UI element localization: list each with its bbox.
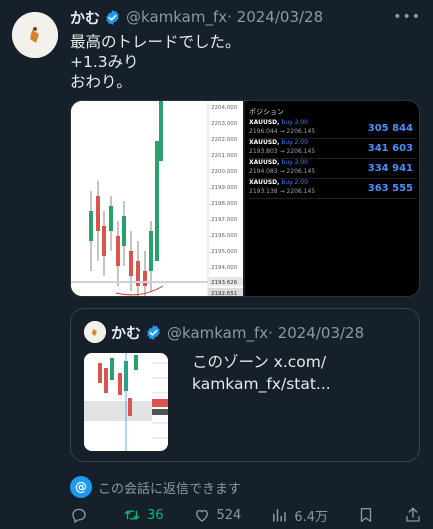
- tweet-header: かむ @kamkam_fx · 2024/03/28 •••: [70, 6, 421, 28]
- quoted-author-name: かむ: [111, 324, 142, 342]
- bookmark-button[interactable]: [357, 506, 375, 524]
- price-label: 2203.000: [211, 121, 238, 127]
- position-row: XAUUSD, buy 2.00 2194.083 → 2206.145 334…: [249, 159, 417, 179]
- views-chart-icon: [273, 509, 287, 522]
- position-profit: 334 941: [367, 163, 413, 174]
- position-row: XAUUSD, buy 2.00 2196.044 → 2206.145 305…: [249, 119, 417, 139]
- quoted-tweet-date: · 2024/03/28: [268, 323, 365, 342]
- quoted-chart-image: [84, 353, 168, 451]
- price-label: 2196.000: [211, 233, 238, 239]
- positions-title: ポジション: [249, 108, 284, 116]
- retweet-button[interactable]: 36: [123, 506, 164, 524]
- position-profit: 305 844: [367, 123, 413, 134]
- quoted-text-line-1: このゾーン x.com/: [192, 353, 327, 371]
- avatar-image: [12, 12, 58, 58]
- tweet-text-line-1: 最高のトレードでした。: [70, 33, 241, 51]
- tweet-text-line-3: おわり。: [70, 73, 132, 91]
- quoted-media-thumbnail: [84, 353, 168, 451]
- quoted-author-handle: @kamkam_fx: [167, 323, 269, 342]
- verified-badge-icon: [147, 325, 160, 340]
- like-count: 524: [216, 507, 242, 523]
- author-handle[interactable]: @kamkam_fx: [126, 8, 227, 26]
- more-options-icon[interactable]: •••: [393, 9, 421, 25]
- price-label-low: 2192.651: [211, 291, 237, 297]
- avatar-image: [84, 321, 106, 343]
- at-mention-icon: @: [70, 476, 92, 498]
- price-label: 2199.000: [211, 185, 238, 191]
- position-symbol: XAUUSD,: [249, 159, 280, 166]
- tweet-date[interactable]: · 2024/03/28: [227, 8, 323, 26]
- position-profit: 363 555: [367, 183, 413, 194]
- quoted-text-line-2: kamkam_fx/stat...: [192, 375, 331, 393]
- heart-icon: [195, 509, 208, 522]
- quoted-tweet[interactable]: かむ @kamkam_fx · 2024/03/28 このゾーン x.com/ …: [70, 308, 420, 462]
- price-label: 2198.000: [211, 201, 238, 207]
- retweet-count: 36: [146, 507, 164, 523]
- candlestick-chart-image: 2204.000 2203.000 2202.000 2201.000 2200…: [71, 101, 243, 297]
- price-label: 2194.000: [211, 265, 238, 271]
- position-symbol: XAUUSD,: [249, 179, 280, 186]
- views-button[interactable]: 6.4万: [270, 506, 328, 525]
- candlestick-chart: 2204.000 2203.000 2202.000 2201.000 2200…: [71, 101, 243, 297]
- tweet-actions: 36 524 6.4万: [70, 504, 422, 526]
- positions-panel: ポジション XAUUSD, buy 2.00 2196.044 → 2206.1…: [245, 101, 419, 296]
- author-name[interactable]: かむ: [70, 7, 100, 28]
- like-button[interactable]: 524: [193, 506, 242, 524]
- position-side: buy 2.00: [281, 119, 308, 126]
- position-row: XAUUSD, buy 2.00 2193.138 → 2206.145 363…: [249, 179, 417, 199]
- view-count: 6.4万: [294, 509, 329, 525]
- share-icon: [406, 507, 420, 522]
- reply-icon: [72, 508, 86, 523]
- price-label: 2195.000: [211, 249, 238, 255]
- position-symbol: XAUUSD,: [249, 139, 280, 146]
- reply-button[interactable]: [70, 506, 94, 524]
- price-label-current: 2193.626: [211, 280, 238, 286]
- quoted-tweet-header: かむ @kamkam_fx · 2024/03/28: [111, 322, 364, 343]
- position-side: buy 2.00: [281, 139, 308, 146]
- share-button[interactable]: [404, 506, 422, 524]
- retweet-icon: [124, 510, 140, 520]
- position-profit: 341 603: [367, 143, 413, 154]
- bookmark-icon: [360, 507, 372, 523]
- price-label: 2197.000: [211, 217, 238, 223]
- verified-badge-icon: [106, 9, 119, 25]
- tweet-text-line-2: +1.3みり: [70, 53, 139, 71]
- tweet-media[interactable]: 2204.000 2203.000 2202.000 2201.000 2200…: [70, 100, 420, 297]
- position-side: buy 2.00: [281, 159, 308, 166]
- author-avatar[interactable]: [12, 12, 58, 58]
- quoted-tweet-text: このゾーン x.com/ kamkam_fx/stat...: [192, 351, 331, 395]
- quoted-author-avatar: [84, 321, 106, 343]
- price-label: 2204.000: [211, 105, 238, 111]
- tweet-text: 最高のトレードでした。 +1.3みり おわり。: [70, 32, 241, 92]
- price-label: 2201.000: [211, 153, 238, 159]
- reply-restriction-note: @ この会話に返信できます: [70, 476, 241, 498]
- price-label: 2200.000: [211, 169, 238, 175]
- position-row: XAUUSD, buy 2.00 2193.803 → 2206.145 341…: [249, 139, 417, 159]
- position-side: buy 2.00: [281, 179, 308, 186]
- reply-restriction-text: この会話に返信できます: [98, 481, 242, 497]
- price-label: 2202.000: [211, 137, 238, 143]
- position-symbol: XAUUSD,: [249, 119, 280, 126]
